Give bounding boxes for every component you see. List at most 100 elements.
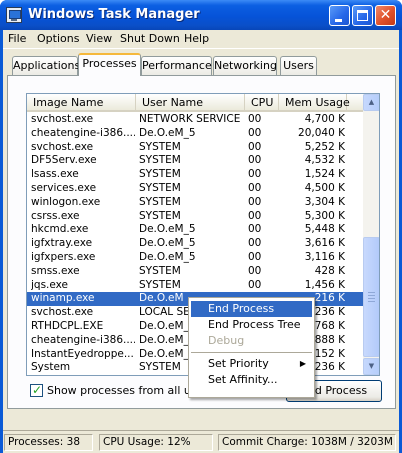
process-row[interactable]: hkcmd.exe De.O.eM_5 00 5,448 K (27, 223, 363, 237)
thumb-grip (368, 301, 375, 302)
process-row[interactable]: services.exe SYSTEM 00 4,500 K (27, 182, 363, 196)
process-mem-usage: 5,300 K (304, 209, 345, 222)
context-item-label: End Process (208, 302, 275, 315)
status-processes: Processes: 38 (4, 434, 93, 451)
process-user-name: SYSTEM (139, 154, 181, 167)
process-mem-usage: 4,532 K (304, 154, 345, 167)
scroll-up-button[interactable]: ▲ (363, 94, 379, 111)
context-item-label: Set Priority (208, 357, 269, 370)
scroll-down-button[interactable]: ▼ (363, 358, 379, 375)
process-user-name: SYSTEM (139, 140, 181, 153)
process-image-name: cheatengine-i386.... (31, 333, 135, 346)
process-row[interactable]: igfxtray.exe De.O.eM_5 00 3,616 K (27, 237, 363, 251)
menu-options[interactable]: Options (37, 32, 79, 45)
process-row[interactable]: winlogon.exe SYSTEM 00 3,304 K (27, 196, 363, 210)
column-cpu[interactable]: CPU (245, 94, 279, 112)
process-user-name: De.O.eM_5 (139, 126, 196, 139)
process-mem-usage: 5,448 K (304, 223, 345, 236)
process-image-name: RTHDCPL.EXE (31, 320, 104, 332)
context-item-label: Set Affinity... (208, 373, 278, 386)
context-set-affinity[interactable]: Set Affinity... (191, 372, 312, 388)
process-row[interactable]: svchost.exe SYSTEM 00 5,252 K (27, 141, 363, 155)
column-user-name[interactable]: User Name (136, 94, 245, 112)
status-commit-charge: Commit Charge: 1038M / 3203M (218, 434, 396, 451)
tab-strip: Applications Processes Performance Netwo… (3, 51, 399, 76)
process-mem-usage: 5,252 K (304, 140, 345, 153)
vertical-scrollbar[interactable]: ▲ ▼ (363, 94, 379, 375)
process-image-name: svchost.exe (31, 306, 94, 319)
tab-users[interactable]: Users (280, 56, 317, 75)
column-image-name[interactable]: Image Name (27, 94, 136, 112)
window-title: Windows Task Manager (28, 7, 200, 22)
process-user-name: SYSTEM (139, 209, 181, 222)
process-image-name: winlogon.exe (31, 195, 101, 208)
process-image-name: smss.exe (31, 264, 80, 277)
tab-performance[interactable]: Performance (141, 56, 212, 75)
minimize-button[interactable] (329, 5, 350, 26)
tab-applications[interactable]: Applications (12, 56, 80, 75)
task-manager-icon[interactable] (6, 7, 22, 23)
menu-shut-down[interactable]: Shut Down (120, 32, 180, 45)
tab-processes[interactable]: Processes (78, 53, 141, 76)
process-row[interactable]: smss.exe SYSTEM 00 428 K (27, 265, 363, 279)
menu-view[interactable]: View (86, 32, 112, 45)
tab-networking[interactable]: Networking (213, 56, 277, 75)
maximize-button[interactable] (352, 5, 373, 26)
process-row[interactable]: DF5Serv.exe SYSTEM 00 4,532 K (27, 154, 363, 168)
process-cpu: 00 (248, 195, 262, 208)
context-debug: Debug (191, 333, 312, 349)
minimize-icon (335, 19, 342, 22)
close-icon: ✕ (379, 7, 392, 23)
process-cpu: 00 (248, 154, 262, 167)
title-bar[interactable]: Windows Task Manager ✕ (0, 0, 402, 30)
process-image-name: csrss.exe (31, 209, 80, 222)
process-row[interactable]: jqs.exe SYSTEM 00 1,456 K (27, 279, 363, 293)
process-image-name: lsass.exe (31, 168, 79, 181)
process-cpu: 00 (248, 126, 262, 139)
menu-help[interactable]: Help (184, 32, 209, 45)
show-all-checkbox[interactable]: ✓ (30, 383, 43, 397)
process-mem-usage: 3,304 K (304, 195, 345, 208)
process-row[interactable]: igfxpers.exe De.O.eM_5 00 3,116 K (27, 251, 363, 265)
process-user-name: SYSTEM (139, 278, 181, 291)
process-user-name: NETWORK SERVICE (139, 113, 241, 125)
process-cpu: 00 (248, 251, 262, 263)
process-image-name: svchost.exe (31, 140, 94, 153)
process-cpu: 00 (248, 140, 262, 153)
process-list-header: Image Name User Name CPU Mem Usage (27, 94, 363, 112)
process-row[interactable]: csrss.exe SYSTEM 00 5,300 K (27, 210, 363, 224)
process-cpu: 00 (248, 278, 262, 291)
process-mem-usage: 4,700 K (304, 113, 345, 125)
process-user-name: SYSTEM (139, 182, 181, 194)
process-cpu: 00 (248, 264, 262, 277)
process-mem-usage: 1,524 K (304, 168, 345, 181)
process-image-name: services.exe (31, 182, 97, 194)
process-image-name: DF5Serv.exe (31, 154, 97, 167)
process-row[interactable]: svchost.exe NETWORK SERVICE 00 4,700 K (27, 113, 363, 127)
process-row[interactable]: cheatengine-i386.... De.O.eM_5 00 20,040 K (27, 127, 363, 141)
process-user-name: De.O.eM_5 (139, 251, 196, 263)
context-end-process[interactable]: End Process (191, 301, 312, 317)
process-row[interactable]: lsass.exe SYSTEM 00 1,524 K (27, 168, 363, 182)
close-button[interactable]: ✕ (375, 5, 396, 26)
process-image-name: svchost.exe (31, 113, 94, 125)
process-mem-usage: 20,040 K (298, 126, 345, 139)
column-mem-usage[interactable]: Mem Usage (279, 94, 350, 112)
process-image-name: InstantEyedroppe... (31, 347, 134, 360)
process-user-name: SYSTEM (139, 195, 181, 208)
maximize-icon (357, 10, 368, 21)
context-end-process-tree[interactable]: End Process Tree (191, 317, 312, 333)
checkmark-icon: ✓ (32, 383, 43, 397)
status-bar: Processes: 38 CPU Usage: 12% Commit Char… (3, 430, 399, 453)
context-set-priority[interactable]: Set Priority ▶ (191, 356, 312, 372)
menu-file[interactable]: File (8, 32, 26, 45)
process-cpu: 00 (248, 182, 262, 194)
process-user-name: De.O.eM_5 (139, 223, 196, 236)
process-image-name: jqs.exe (31, 278, 69, 291)
process-mem-usage: 428 K (314, 264, 345, 277)
process-cpu: 00 (248, 113, 262, 125)
process-mem-usage: 1,456 K (304, 278, 345, 291)
thumb-grip (368, 298, 375, 299)
process-user-name: SYSTEM (139, 264, 181, 277)
scrollbar-thumb[interactable] (363, 237, 379, 357)
